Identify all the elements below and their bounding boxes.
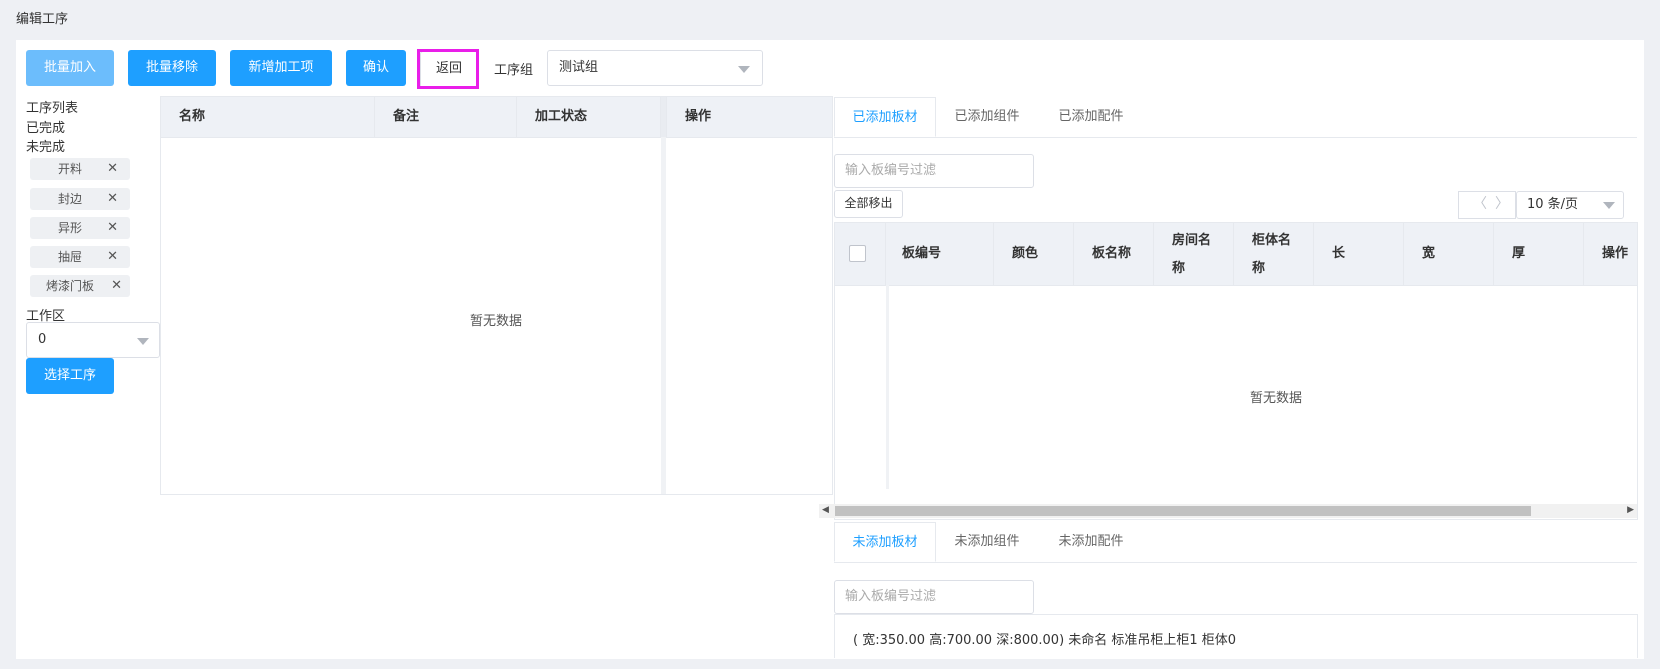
close-icon[interactable]: ✕ [107,158,118,180]
select-all-cell [835,223,886,285]
column-header: 厚 [1494,223,1584,285]
column-header: 操作 [685,109,712,124]
close-icon[interactable]: ✕ [107,188,118,210]
page-title: 编辑工序 [16,12,69,27]
group-select[interactable]: 测试组 [547,50,763,86]
page-size-value: 10 条/页 [1527,197,1579,212]
tag-label: 开料 [58,162,83,176]
unadded-tabs: 未添加板材 未添加组件 未添加配件 [834,522,1637,563]
column-header: 板编号 [886,223,994,285]
scrollbar-thumb[interactable] [835,506,1531,516]
tab-unadded-boards[interactable]: 未添加板材 [834,522,936,562]
process-tag[interactable]: 封边 ✕ [30,188,130,210]
process-table: 名称 备注 加工状态 操作 暂无数据 [160,96,833,495]
tab-added-components[interactable]: 已添加组件 [936,97,1038,137]
column-header: 颜色 [994,223,1074,285]
workarea-select-value: 0 [38,332,47,347]
added-boards-table: 板编号 颜色 板名称 房间名称 柜体名称 长 宽 厚 操作 暂无数据 [834,222,1638,520]
workarea-select[interactable]: 0 [26,322,160,358]
filter-done[interactable]: 已完成 [26,117,65,136]
chevron-down-icon [1603,202,1615,209]
back-button-highlight [417,49,479,89]
process-tag[interactable]: 烤漆门板 ✕ [30,275,130,297]
column-header: 板名称 [1074,223,1154,285]
chevron-down-icon [137,338,149,345]
added-filter-input[interactable]: 输入板编号过滤 [834,154,1034,188]
added-tabs: 已添加板材 已添加组件 已添加配件 [834,97,1637,138]
unadded-filter-input[interactable]: 输入板编号过滤 [834,580,1034,614]
unadded-list: ( 宽:350.00 高:700.00 深:800.00) 未命名 标准吊柜上柜… [834,614,1638,658]
add-process-button[interactable]: 新增加工项 [230,50,332,86]
confirm-button[interactable]: 确认 [346,50,406,86]
fixed-column-shadow [661,137,666,494]
batch-add-button[interactable]: 批量加入 [26,50,114,86]
column-header: 备注 [375,97,517,137]
remove-all-button[interactable]: 全部移出 [834,190,903,218]
tag-label: 异形 [58,221,83,235]
scroll-left-icon[interactable]: ◀ [822,505,829,515]
scroll-right-icon[interactable]: ▶ [1627,505,1634,515]
list-item[interactable]: ( 宽:350.00 高:700.00 深:800.00) 未命名 标准吊柜上柜… [853,629,1236,648]
table-header: 名称 备注 加工状态 操作 [161,97,832,138]
column-header: 柜体名称 [1234,223,1314,285]
pagination: 〈 〉 [1458,191,1516,219]
tab-added-accessories[interactable]: 已添加配件 [1038,97,1144,137]
column-header: 名称 [161,97,375,137]
horizontal-scrollbar[interactable]: ◀ ▶ [819,504,1637,518]
group-label: 工序组 [494,63,534,78]
process-tag[interactable]: 异形 ✕ [30,217,130,239]
table-header: 板编号 颜色 板名称 房间名称 柜体名称 长 宽 厚 操作 [835,223,1637,286]
filter-undone[interactable]: 未完成 [26,136,65,155]
column-header: 房间名称 [1154,223,1234,285]
column-header: 长 [1314,223,1404,285]
process-list-title: 工序列表 [26,101,79,116]
close-icon[interactable]: ✕ [107,217,118,239]
select-all-checkbox[interactable] [849,245,866,262]
column-header: 宽 [1404,223,1494,285]
tag-label: 封边 [58,192,83,206]
empty-text: 暂无数据 [1250,391,1303,406]
close-icon[interactable]: ✕ [107,246,118,268]
close-icon[interactable]: ✕ [111,275,122,297]
group-select-value: 测试组 [559,60,599,75]
tab-unadded-accessories[interactable]: 未添加配件 [1038,522,1144,562]
chevron-down-icon [738,66,750,73]
empty-text: 暂无数据 [470,314,523,329]
chevron-right-icon[interactable]: 〉 [1495,193,1509,213]
tag-label: 烤漆门板 [46,279,95,293]
batch-remove-button[interactable]: 批量移除 [128,50,216,86]
process-tag[interactable]: 开料 ✕ [30,158,130,180]
tab-unadded-components[interactable]: 未添加组件 [936,522,1038,562]
page-size-select[interactable]: 10 条/页 [1516,191,1624,219]
column-header: 加工状态 [517,97,661,137]
fixed-column-shadow [886,285,889,489]
process-tag[interactable]: 抽屉 ✕ [30,246,130,268]
tag-label: 抽屉 [58,250,83,264]
column-header: 操作 [1602,246,1629,261]
tab-added-boards[interactable]: 已添加板材 [834,97,936,137]
chevron-left-icon[interactable]: 〈 [1473,193,1487,213]
choose-process-button[interactable]: 选择工序 [26,358,114,394]
